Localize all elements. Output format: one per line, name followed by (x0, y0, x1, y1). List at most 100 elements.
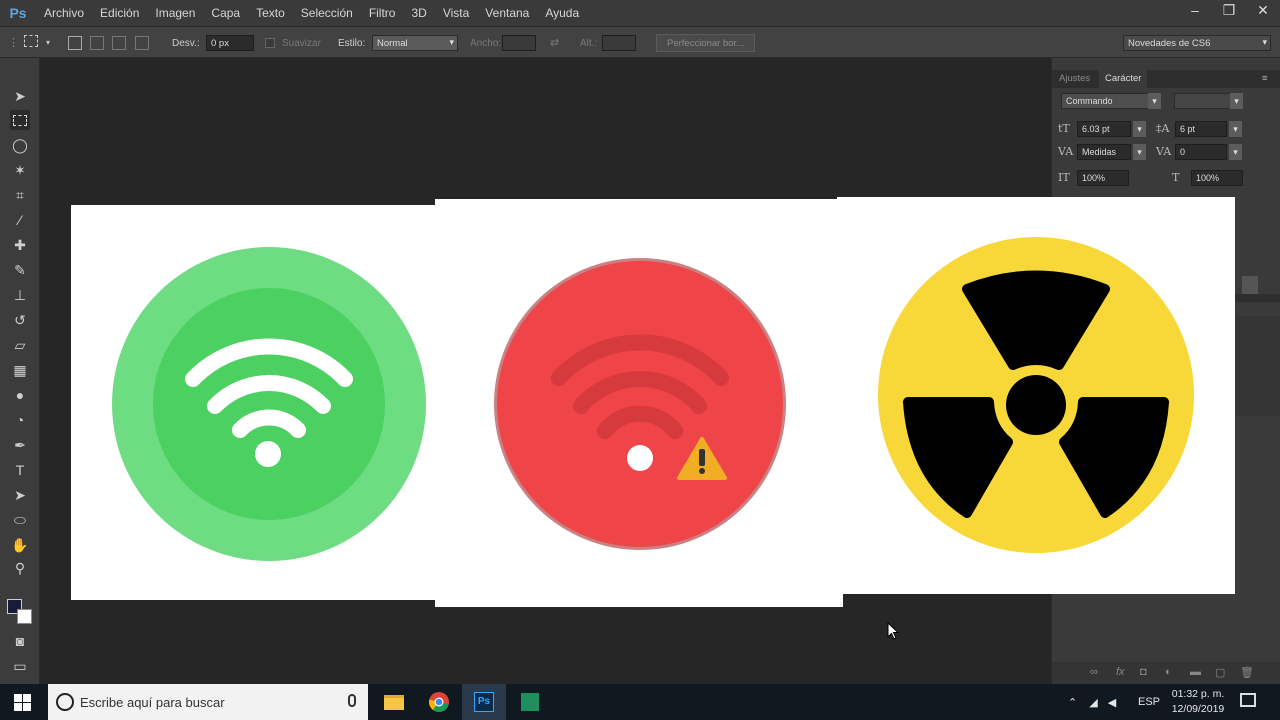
font-size-field[interactable]: 6.03 pt (1077, 121, 1131, 137)
network-icon[interactable]: ◢ (1089, 696, 1097, 709)
swap-icon[interactable]: ⇄ (550, 36, 559, 49)
height-label: Alt.: (580, 38, 598, 49)
link-layers-icon[interactable]: ∞ (1090, 666, 1098, 678)
background-color-swatch[interactable] (17, 609, 32, 624)
width-input[interactable] (502, 35, 536, 51)
file-explorer-icon[interactable] (372, 684, 416, 720)
gradient-tool-icon[interactable]: ▦ (10, 360, 30, 380)
clock[interactable]: 01:32 p. m. 12/09/2019 (1168, 687, 1228, 717)
font-style-dropdown-icon[interactable]: ▾ (1230, 93, 1243, 109)
camtasia-icon[interactable] (508, 684, 552, 720)
radiation-image[interactable] (837, 197, 1235, 594)
lasso-tool-icon[interactable]: ◯ (10, 135, 30, 155)
horizontal-scale-field[interactable]: 100% (1191, 170, 1243, 186)
zoom-tool-icon[interactable]: ⚲ (10, 558, 30, 578)
kerning-dropdown-icon[interactable]: ▾ (1133, 144, 1146, 160)
height-input[interactable] (602, 35, 636, 51)
menu-texto[interactable]: Texto (248, 6, 293, 20)
new-selection-icon[interactable] (68, 36, 82, 50)
eraser-tool-icon[interactable]: ▱ (10, 335, 30, 355)
leading-dropdown-icon[interactable]: ▾ (1229, 121, 1242, 137)
windows-start-icon[interactable] (14, 694, 31, 714)
feather-input[interactable]: 0 px (206, 35, 254, 51)
healing-brush-tool-icon[interactable]: ✚ (10, 235, 30, 255)
tab-ajustes[interactable]: Ajustes (1059, 73, 1090, 84)
new-group-icon[interactable]: ▬ (1190, 666, 1201, 678)
close-button[interactable]: ✕ (1246, 0, 1280, 20)
adjustment-layer-icon[interactable]: ◐ (1165, 666, 1172, 678)
tracking-dropdown-icon[interactable]: ▾ (1229, 144, 1242, 160)
menu-ayuda[interactable]: Ayuda (537, 6, 587, 20)
hand-tool-icon[interactable]: ✋ (10, 535, 30, 555)
microphone-icon[interactable] (348, 694, 356, 707)
preset-chevron-icon[interactable]: ▾ (46, 38, 50, 47)
delete-layer-icon[interactable]: 🗑 (1240, 666, 1254, 679)
restore-button[interactable]: ❐ (1212, 0, 1246, 20)
menu-seleccion[interactable]: Selección (293, 6, 361, 20)
chrome-icon[interactable] (417, 684, 461, 720)
font-family-select[interactable]: Commando (1061, 93, 1155, 109)
panel-menu-icon[interactable]: ≡ (1262, 73, 1268, 84)
menu-edicion[interactable]: Edición (92, 6, 147, 20)
type-tool-icon[interactable]: T (10, 460, 30, 480)
leading-icon: ‡A (1156, 122, 1170, 135)
layer-mask-icon[interactable]: ◘ (1140, 666, 1147, 678)
antialias-checkbox[interactable] (265, 38, 275, 48)
font-size-dropdown-icon[interactable]: ▾ (1133, 121, 1146, 137)
menu-archivo[interactable]: Archivo (36, 6, 92, 20)
layer-style-icon[interactable]: fx (1116, 666, 1125, 678)
workspace-select[interactable]: Novedades de CS6 (1123, 35, 1271, 51)
crop-tool-icon[interactable]: ⌗ (10, 185, 30, 205)
screen-mode-icon[interactable]: ▭ (10, 656, 30, 676)
kerning-field[interactable]: Medidas (1077, 144, 1131, 160)
wifi-ok-image[interactable] (71, 205, 437, 600)
refine-edge-button[interactable]: Perfeccionar bor... (656, 34, 756, 52)
clock-date: 12/09/2019 (1171, 703, 1225, 715)
intersect-selection-icon[interactable] (135, 36, 149, 50)
marquee-tool-preset-icon[interactable] (24, 35, 38, 47)
menu-filtro[interactable]: Filtro (361, 6, 404, 20)
tab-caracter[interactable]: Carácter (1099, 70, 1148, 88)
taskbar-search-box[interactable]: Escribe aquí para buscar (48, 684, 368, 720)
menu-imagen[interactable]: Imagen (147, 6, 203, 20)
subtract-selection-icon[interactable] (112, 36, 126, 50)
tray-icons: ⌃ ◢ ◀ (1068, 684, 1126, 720)
marquee-tool-icon[interactable] (10, 110, 30, 130)
pen-tool-icon[interactable]: ✒ (10, 435, 30, 455)
magic-wand-tool-icon[interactable]: ✶ (10, 160, 30, 180)
leading-field[interactable]: 6 pt (1175, 121, 1227, 137)
wifi-error-image[interactable] (435, 199, 843, 607)
window-controls: ‒ ❐ ✕ (1178, 0, 1280, 22)
menu-capa[interactable]: Capa (203, 6, 248, 20)
brush-tool-icon[interactable]: ✎ (10, 260, 30, 280)
font-family-dropdown-icon[interactable]: ▾ (1148, 93, 1161, 109)
path-selection-tool-icon[interactable]: ➤ (10, 485, 30, 505)
menu-vista[interactable]: Vista (435, 6, 477, 20)
notification-center-icon[interactable] (1240, 693, 1256, 707)
ellipse-tool-icon[interactable]: ⬭ (10, 510, 30, 530)
menu-3d[interactable]: 3D (403, 6, 434, 20)
language-indicator[interactable]: ESP (1138, 684, 1160, 720)
speaker-icon[interactable]: ◀ (1108, 696, 1116, 709)
add-selection-icon[interactable] (90, 36, 104, 50)
quick-mask-icon[interactable]: ◙ (10, 631, 30, 651)
blur-tool-icon[interactable]: ● (10, 385, 30, 405)
panel-collapse-handle[interactable] (1242, 276, 1258, 294)
vertical-scale-field[interactable]: 100% (1077, 170, 1129, 186)
history-brush-tool-icon[interactable]: ↺ (10, 310, 30, 330)
move-tool-icon[interactable]: ➤ (10, 86, 30, 106)
dodge-tool-icon[interactable]: ◔ (10, 410, 30, 430)
show-hidden-icons[interactable]: ⌃ (1068, 696, 1077, 709)
tools-panel: ➤ ◯ ✶ ⌗ ⁄ ✚ ✎ ⊥ ↺ ▱ ▦ ● ◔ ✒ T ➤ ⬭ ✋ ⚲ ◙ … (0, 58, 40, 684)
menu-ventana[interactable]: Ventana (477, 6, 537, 20)
clock-time: 01:32 p. m. (1171, 688, 1225, 700)
clone-stamp-tool-icon[interactable]: ⊥ (10, 285, 30, 305)
new-layer-icon[interactable]: ▢ (1215, 666, 1225, 679)
style-select[interactable]: Normal (372, 35, 458, 51)
antialias-label: Suavizar (282, 38, 321, 49)
minimize-button[interactable]: ‒ (1178, 0, 1212, 20)
eyedropper-tool-icon[interactable]: ⁄ (10, 210, 30, 230)
photoshop-taskbar-icon[interactable]: Ps (462, 684, 506, 720)
tracking-field[interactable]: 0 (1175, 144, 1227, 160)
photoshop-logo: Ps (9, 5, 27, 21)
